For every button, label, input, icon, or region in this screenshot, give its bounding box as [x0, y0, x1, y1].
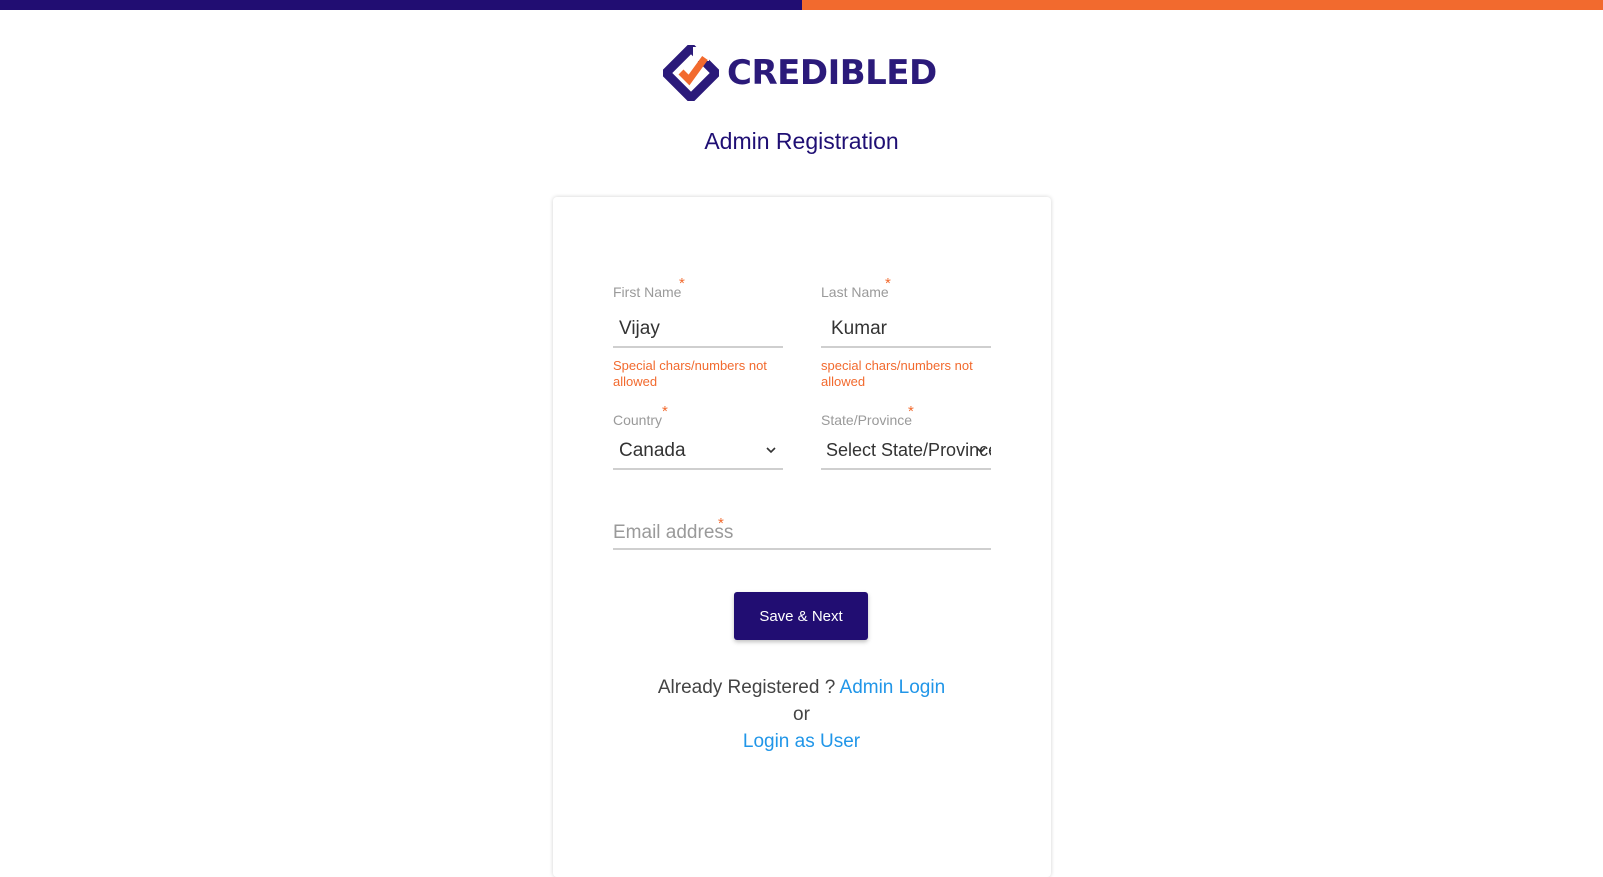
state-label: State/Province	[821, 412, 913, 428]
country-select[interactable]: Canada	[613, 434, 783, 470]
admin-login-link[interactable]: Admin Login	[840, 677, 946, 698]
country-select-value: Canada	[619, 440, 686, 461]
already-registered-line: Already Registered ? Admin Login	[0, 677, 1603, 699]
first-name-label: First Name	[613, 284, 682, 300]
last-name-error: special chars/numbers not allowed	[821, 358, 973, 389]
last-name-label: Last Name	[821, 284, 889, 300]
login-as-user-link[interactable]: Login as User	[743, 731, 860, 752]
state-select[interactable]: Select State/Province	[821, 434, 991, 470]
chevron-down-icon	[976, 447, 986, 454]
checkmark-diamond-icon	[663, 45, 719, 101]
last-name-required-mark: *	[885, 275, 891, 292]
first-name-error: Special chars/numbers not allowed	[613, 358, 767, 389]
email-placeholder: Email address	[613, 522, 734, 543]
login-as-user-line: Login as User	[0, 731, 1603, 753]
page-title: Admin Registration	[704, 128, 899, 154]
top-bar-accent-segment	[802, 0, 1603, 10]
chevron-down-icon	[766, 447, 776, 454]
first-name-input[interactable]	[613, 312, 783, 348]
country-label: Country	[613, 412, 663, 428]
brand-logo-text: CREDIBLED	[727, 53, 937, 93]
save-next-button[interactable]: Save & Next	[734, 592, 868, 640]
or-divider-text: or	[793, 704, 810, 725]
top-accent-bar	[0, 0, 1603, 10]
first-name-required-mark: *	[679, 275, 685, 292]
country-required-mark: *	[662, 403, 668, 420]
state-required-mark: *	[908, 403, 914, 420]
top-bar-primary-segment	[0, 0, 802, 10]
brand-logo: CREDIBLED	[663, 44, 937, 102]
email-input[interactable]: Email address *	[613, 514, 991, 550]
already-registered-text: Already Registered ?	[657, 677, 836, 698]
state-select-value: Select State/Province	[826, 440, 991, 460]
last-name-input[interactable]	[821, 312, 991, 348]
email-required-mark: *	[718, 515, 724, 532]
